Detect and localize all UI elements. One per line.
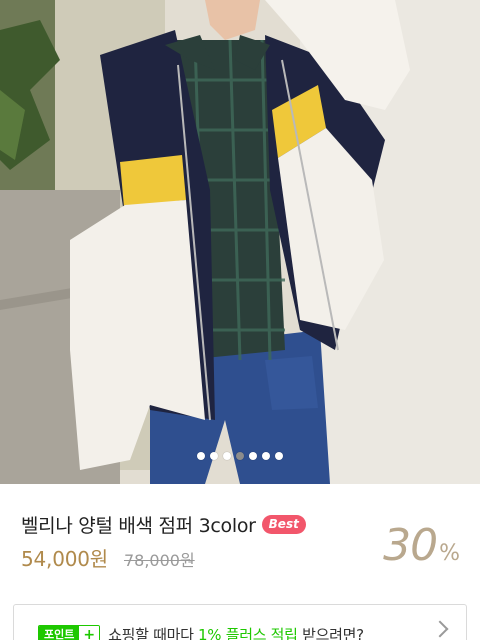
plus-icon: + bbox=[79, 625, 100, 640]
slide-dot[interactable] bbox=[249, 452, 257, 460]
slide-dot[interactable] bbox=[223, 452, 231, 460]
point-plus-badge: 포인트 + bbox=[38, 624, 101, 640]
title-row: 벨리나 양털 배색 점퍼 3color Best bbox=[21, 511, 306, 538]
original-price: 78,000원 bbox=[123, 551, 195, 570]
chevron-right-icon bbox=[431, 620, 449, 638]
slide-indicator[interactable] bbox=[0, 452, 480, 460]
banner-text-highlight: 1% 플러스 적립 bbox=[198, 626, 298, 640]
best-badge: Best bbox=[261, 515, 306, 534]
product-title: 벨리나 양털 배색 점퍼 3color bbox=[21, 515, 256, 537]
slide-dot[interactable] bbox=[210, 452, 218, 460]
product-info: 벨리나 양털 배색 점퍼 3color Best 54,000원 78,000원… bbox=[0, 484, 480, 584]
price-row: 54,000원 78,000원 bbox=[21, 543, 195, 572]
discount-value: 30 bbox=[383, 520, 438, 571]
product-photo[interactable] bbox=[0, 0, 480, 484]
points-banner-content: 포인트 + 쇼핑할 때마다 1% 플러스 적립 받으려면? bbox=[38, 624, 364, 640]
slide-dot[interactable] bbox=[197, 452, 205, 460]
point-badge-label: 포인트 bbox=[39, 625, 80, 640]
sale-price: 54,000원 bbox=[21, 547, 108, 571]
slide-dot[interactable] bbox=[275, 452, 283, 460]
points-banner-text: 쇼핑할 때마다 1% 플러스 적립 받으려면? bbox=[108, 624, 364, 640]
slide-dot[interactable] bbox=[262, 452, 270, 460]
product-photo-illustration bbox=[0, 0, 480, 484]
points-banner[interactable]: 포인트 + 쇼핑할 때마다 1% 플러스 적립 받으려면? bbox=[13, 604, 467, 640]
banner-text-before: 쇼핑할 때마다 bbox=[108, 626, 199, 640]
discount-unit: % bbox=[439, 541, 460, 566]
banner-text-after: 받으려면? bbox=[297, 626, 364, 640]
discount-rate: 30 % bbox=[383, 520, 460, 571]
slide-dot-active[interactable] bbox=[236, 452, 244, 460]
